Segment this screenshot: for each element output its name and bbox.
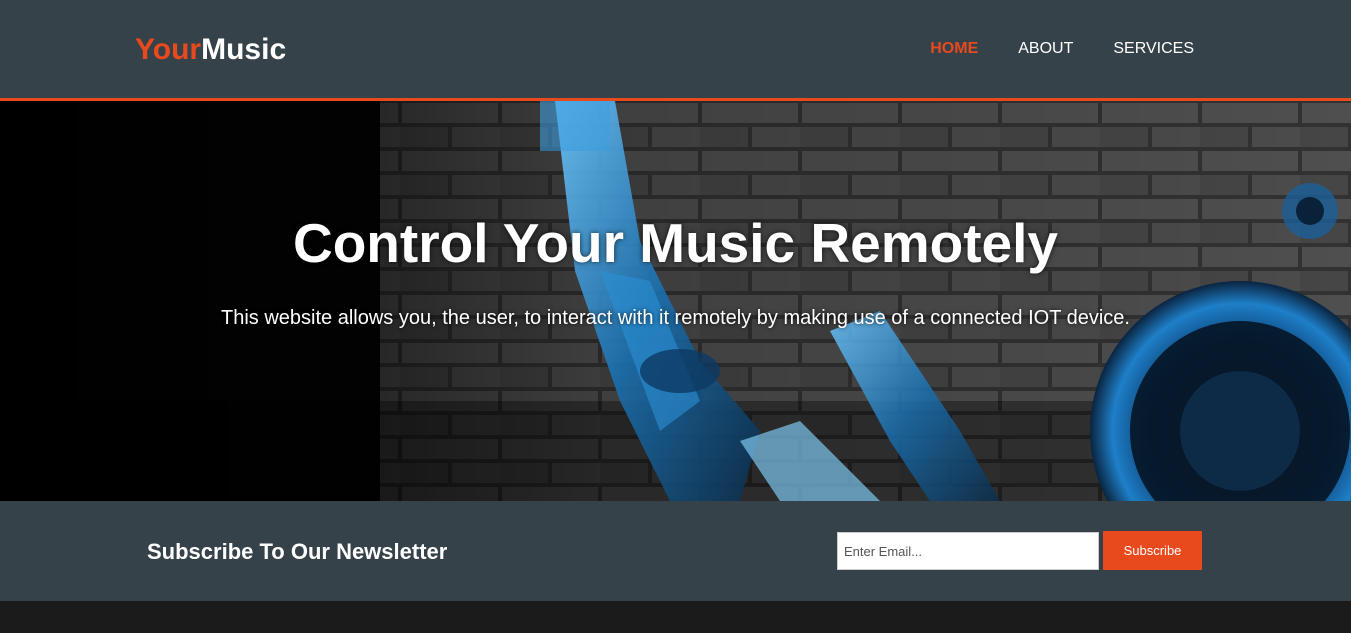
nav-about-link[interactable]: ABOUT [1018,40,1073,58]
newsletter-section: Subscribe To Our Newsletter Subscribe [0,501,1351,601]
newsletter-heading: Subscribe To Our Newsletter [147,539,448,564]
site-logo[interactable]: YourMusic [135,33,286,67]
hero-title: Control Your Music Remotely [292,212,1058,274]
logo-accent-text: Your [135,33,202,66]
email-field[interactable] [837,532,1099,570]
site-header: YourMusic HOME ABOUT SERVICES [0,0,1351,101]
nav-services-link[interactable]: SERVICES [1113,40,1194,58]
logo-text: Music [201,33,287,66]
hero-background-image [0,101,1351,501]
hero-banner: Control Your Music Remotely This website… [0,101,1351,501]
hero-subtitle: This website allows you, the user, to in… [221,307,1130,329]
nav-home-link[interactable]: HOME [930,40,978,58]
site-footer [0,601,1351,633]
subscribe-button[interactable]: Subscribe [1103,531,1202,570]
main-nav: HOME ABOUT SERVICES [930,40,1194,58]
